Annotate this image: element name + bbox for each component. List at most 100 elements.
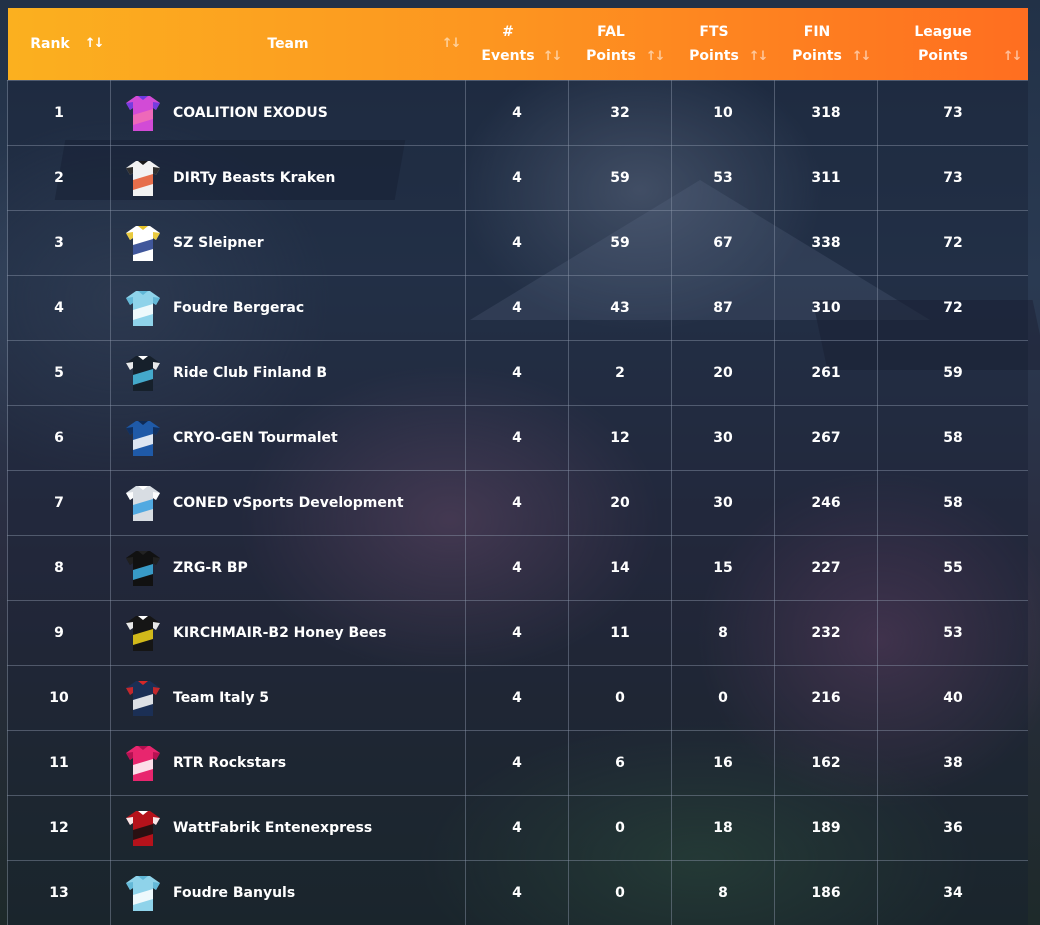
fin-points-cell: 186 xyxy=(774,859,878,925)
team-name[interactable]: Foudre Bergerac xyxy=(173,300,304,316)
team-jersey-icon xyxy=(126,160,160,196)
table-row[interactable]: 2 DIRTy Beasts Kraken 4 59 53 311 73 xyxy=(7,144,1028,211)
column-header-events[interactable]: # Events ↑↓ xyxy=(466,8,569,80)
sort-arrows-icon[interactable]: ↑↓ xyxy=(543,45,563,69)
team-cell[interactable]: Team Italy 5 xyxy=(110,664,466,731)
column-header-team[interactable]: Team ↑↓ xyxy=(111,8,466,80)
team-cell[interactable]: CONED vSports Development xyxy=(110,469,466,536)
events-cell: 4 xyxy=(465,144,569,211)
fts-points-cell: 8 xyxy=(671,599,775,666)
team-cell[interactable]: Foudre Bergerac xyxy=(110,274,466,341)
team-cell[interactable]: WattFabrik Entenexpress xyxy=(110,794,466,861)
fts-points-cell: 87 xyxy=(671,274,775,341)
fin-points-cell: 232 xyxy=(774,599,878,666)
league-points-cell: 59 xyxy=(877,339,1028,406)
team-cell[interactable]: SZ Sleipner xyxy=(110,209,466,276)
table-row[interactable]: 7 CONED vSports Development 4 20 30 246 58 xyxy=(7,469,1028,536)
table-row[interactable]: 3 SZ Sleipner 4 59 67 338 72 xyxy=(7,209,1028,276)
table-row[interactable]: 11 RTR Rockstars 4 6 16 162 38 xyxy=(7,729,1028,796)
column-header-fin[interactable]: FIN Points ↑↓ xyxy=(775,8,878,80)
team-name[interactable]: RTR Rockstars xyxy=(173,755,286,771)
sort-arrows-icon[interactable]: ↑↓ xyxy=(1003,45,1023,69)
column-header-rank[interactable]: Rank ↑↓ xyxy=(8,8,111,80)
fts-points-cell: 10 xyxy=(671,79,775,146)
header-label-line2: Points xyxy=(586,47,636,64)
fal-points-cell: 59 xyxy=(568,209,672,276)
team-name[interactable]: DIRTy Beasts Kraken xyxy=(173,170,335,186)
league-points-cell: 58 xyxy=(877,404,1028,471)
team-cell[interactable]: ZRG-R BP xyxy=(110,534,466,601)
team-jersey-icon xyxy=(126,875,160,911)
header-label-line1: # xyxy=(502,23,514,40)
standings-table-container: Rank ↑↓ Team ↑↓ # Events ↑↓ FAL Points ↑… xyxy=(7,8,1028,925)
fin-points-cell: 318 xyxy=(774,79,878,146)
table-row[interactable]: 8 ZRG-R BP 4 14 15 227 55 xyxy=(7,534,1028,601)
sort-arrows-icon[interactable]: ↑↓ xyxy=(646,45,666,69)
fin-points-cell: 267 xyxy=(774,404,878,471)
team-cell[interactable]: CRYO-GEN Tourmalet xyxy=(110,404,466,471)
table-row[interactable]: 4 Foudre Bergerac 4 43 87 310 72 xyxy=(7,274,1028,341)
league-points-cell: 72 xyxy=(877,209,1028,276)
table-row[interactable]: 12 WattFabrik Entenexpress 4 0 18 189 36 xyxy=(7,794,1028,861)
events-cell: 4 xyxy=(465,404,569,471)
rank-cell: 4 xyxy=(7,274,111,341)
team-jersey-icon xyxy=(126,95,160,131)
team-name[interactable]: ZRG-R BP xyxy=(173,560,248,576)
fal-points-cell: 0 xyxy=(568,859,672,925)
team-cell[interactable]: DIRTy Beasts Kraken xyxy=(110,144,466,211)
table-row[interactable]: 13 Foudre Banyuls 4 0 8 186 34 xyxy=(7,859,1028,925)
fin-points-cell: 189 xyxy=(774,794,878,861)
table-row[interactable]: 1 COALITION EXODUS 4 32 10 318 73 xyxy=(7,79,1028,146)
team-name[interactable]: Foudre Banyuls xyxy=(173,885,295,901)
team-name[interactable]: KIRCHMAIR-B2 Honey Bees xyxy=(173,625,386,641)
events-cell: 4 xyxy=(465,79,569,146)
sort-arrows-icon[interactable]: ↑↓ xyxy=(85,32,105,56)
team-cell[interactable]: KIRCHMAIR-B2 Honey Bees xyxy=(110,599,466,666)
table-row[interactable]: 5 Ride Club Finland B 4 2 20 261 59 xyxy=(7,339,1028,406)
rank-cell: 3 xyxy=(7,209,111,276)
fts-points-cell: 18 xyxy=(671,794,775,861)
fal-points-cell: 12 xyxy=(568,404,672,471)
league-points-cell: 34 xyxy=(877,859,1028,925)
fal-points-cell: 14 xyxy=(568,534,672,601)
table-row[interactable]: 10 Team Italy 5 4 0 0 216 40 xyxy=(7,664,1028,731)
team-name[interactable]: SZ Sleipner xyxy=(173,235,264,251)
team-name[interactable]: WattFabrik Entenexpress xyxy=(173,820,372,836)
sort-arrows-icon[interactable]: ↑↓ xyxy=(442,32,462,56)
team-jersey-icon xyxy=(126,355,160,391)
team-name[interactable]: COALITION EXODUS xyxy=(173,105,328,121)
fal-points-cell: 6 xyxy=(568,729,672,796)
fal-points-cell: 0 xyxy=(568,664,672,731)
sort-arrows-icon[interactable]: ↑↓ xyxy=(749,45,769,69)
team-name[interactable]: CONED vSports Development xyxy=(173,495,404,511)
header-label: Rank xyxy=(30,35,70,52)
team-name[interactable]: Team Italy 5 xyxy=(173,690,269,706)
fal-points-cell: 11 xyxy=(568,599,672,666)
team-jersey-icon xyxy=(126,745,160,781)
column-header-fal[interactable]: FAL Points ↑↓ xyxy=(569,8,672,80)
events-cell: 4 xyxy=(465,664,569,731)
column-header-league-points[interactable]: League Points ↑↓ xyxy=(878,8,1029,80)
fal-points-cell: 43 xyxy=(568,274,672,341)
fin-points-cell: 338 xyxy=(774,209,878,276)
team-cell[interactable]: COALITION EXODUS xyxy=(110,79,466,146)
table-row[interactable]: 6 CRYO-GEN Tourmalet 4 12 30 267 58 xyxy=(7,404,1028,471)
team-jersey-icon xyxy=(126,810,160,846)
fts-points-cell: 15 xyxy=(671,534,775,601)
team-info: CONED vSports Development xyxy=(123,483,465,523)
column-header-fts[interactable]: FTS Points ↑↓ xyxy=(672,8,775,80)
table-row[interactable]: 9 KIRCHMAIR-B2 Honey Bees 4 11 8 232 53 xyxy=(7,599,1028,666)
team-cell[interactable]: Ride Club Finland B xyxy=(110,339,466,406)
fin-points-cell: 162 xyxy=(774,729,878,796)
team-name[interactable]: Ride Club Finland B xyxy=(173,365,327,381)
team-cell[interactable]: RTR Rockstars xyxy=(110,729,466,796)
team-name[interactable]: CRYO-GEN Tourmalet xyxy=(173,430,338,446)
sort-arrows-icon[interactable]: ↑↓ xyxy=(852,45,872,69)
team-cell[interactable]: Foudre Banyuls xyxy=(110,859,466,925)
header-label-line1: FAL xyxy=(597,23,625,40)
rank-cell: 13 xyxy=(7,859,111,925)
league-points-cell: 72 xyxy=(877,274,1028,341)
team-jersey-icon xyxy=(126,420,160,456)
events-cell: 4 xyxy=(465,469,569,536)
events-cell: 4 xyxy=(465,339,569,406)
